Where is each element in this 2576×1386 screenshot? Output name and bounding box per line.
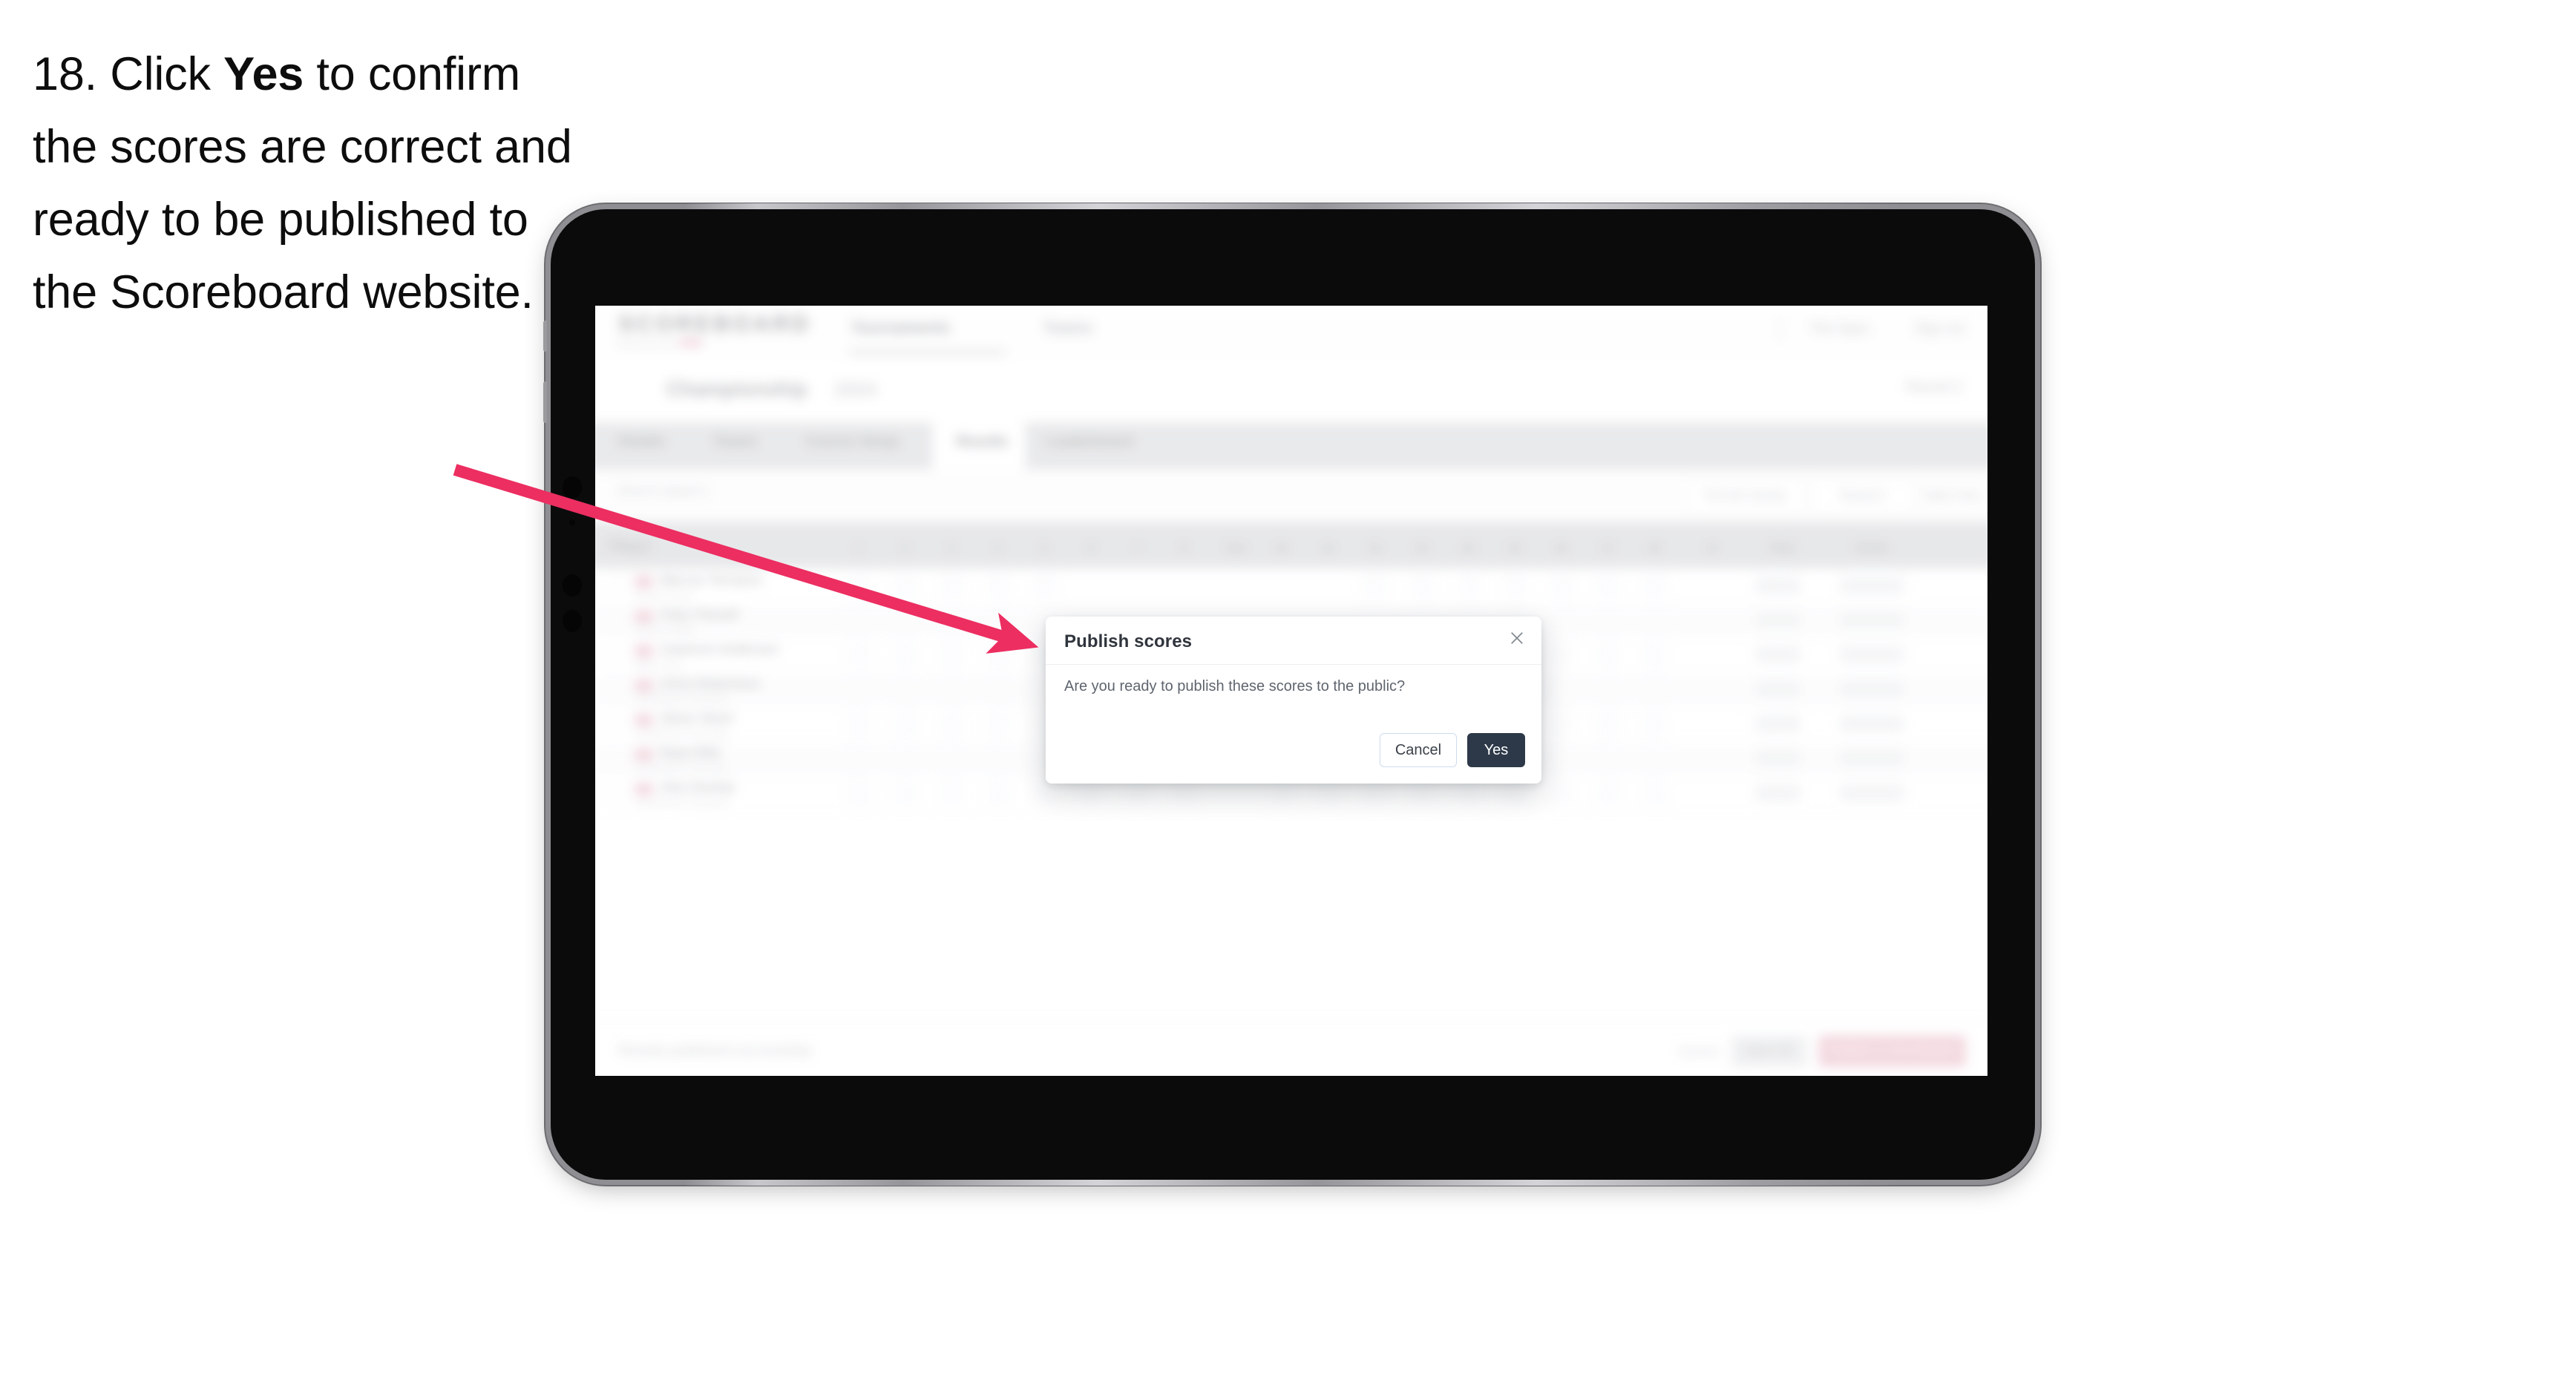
device-rail-top (684, 203, 1901, 209)
cancel-button[interactable]: Cancel (1380, 733, 1457, 767)
dialog-header: Publish scores (1046, 617, 1541, 665)
front-camera-icon (563, 476, 582, 499)
yes-button[interactable]: Yes (1467, 733, 1525, 767)
publish-scores-dialog: Publish scores Are you ready to publish … (1046, 617, 1541, 784)
instruction-emphasis: Yes (223, 48, 304, 100)
dialog-title: Publish scores (1064, 631, 1193, 651)
dialog-message: Are you ready to publish these scores to… (1064, 678, 1406, 694)
instruction-text: 18. Click Yes to confirm the scores are … (33, 39, 582, 329)
close-icon[interactable] (1506, 627, 1528, 649)
secondary-camera-icon (563, 574, 582, 597)
microphone-icon (563, 610, 582, 632)
tablet-screen: SCOREBOARD powered by PAR Tournaments Te… (595, 306, 1987, 1076)
step-number: 18. (33, 48, 97, 100)
ambient-sensor-icon (569, 519, 575, 525)
tablet-device: SCOREBOARD powered by PAR Tournaments Te… (543, 203, 2035, 1186)
device-volume-up-button[interactable] (543, 381, 547, 423)
device-rail-bottom (684, 1180, 1901, 1186)
dialog-actions: Cancel Yes (1380, 733, 1525, 767)
camera-lens-icon (564, 547, 580, 563)
instruction-prefix: Click (110, 48, 224, 100)
device-power-button[interactable] (543, 321, 547, 352)
